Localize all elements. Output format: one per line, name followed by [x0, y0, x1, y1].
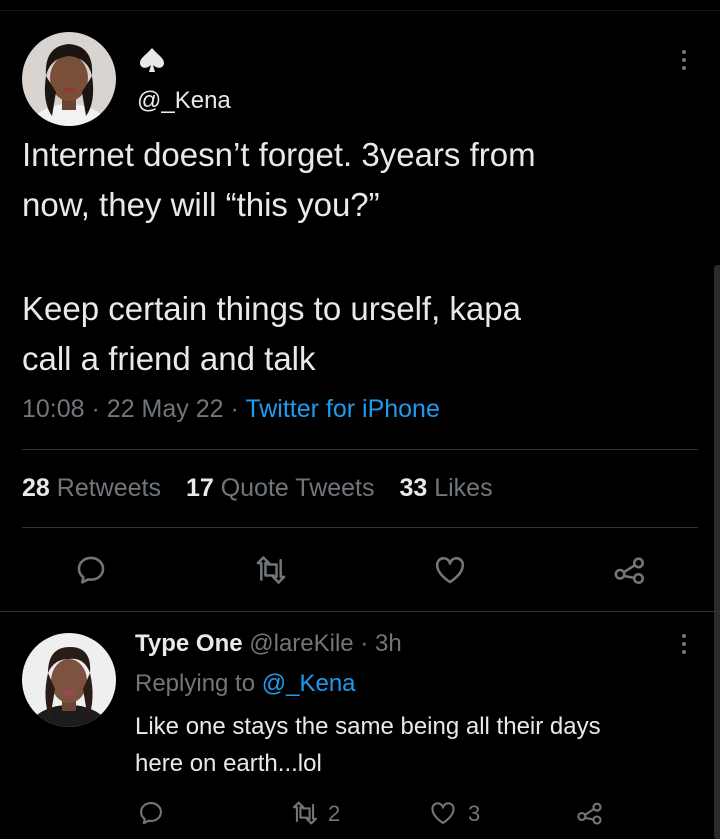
- reply-header: Type One @lareKile · 3h: [135, 630, 402, 658]
- like-icon[interactable]: [428, 799, 458, 827]
- tweet-date[interactable]: 22 May 22: [107, 395, 224, 423]
- replying-label: Replying to: [135, 670, 256, 697]
- meta-separator: ·: [91, 395, 100, 423]
- author-handle[interactable]: @_Kena: [137, 87, 231, 115]
- tweet-text-line-1: Internet doesn’t forget. 3years from: [22, 136, 536, 173]
- likes-count: 33: [399, 474, 428, 502]
- replying-to: Replying to @_Kena: [135, 670, 356, 698]
- reply-text-line-1: Like one stays the same being all their …: [135, 713, 601, 740]
- quotes-stat[interactable]: 17 Quote Tweets: [186, 474, 375, 502]
- divider: [0, 611, 720, 612]
- divider: [22, 449, 698, 450]
- scrollbar[interactable]: [714, 265, 720, 839]
- quotes-label: Quote Tweets: [220, 474, 375, 502]
- like-icon[interactable]: [432, 553, 468, 587]
- retweet-icon[interactable]: [290, 799, 320, 827]
- likes-label: Likes: [434, 474, 493, 502]
- replying-mention[interactable]: @_Kena: [262, 670, 356, 697]
- retweet-icon[interactable]: [253, 553, 289, 587]
- reply-author-name[interactable]: Type One: [135, 630, 243, 657]
- reply-icon[interactable]: [137, 799, 165, 827]
- divider: [22, 527, 698, 528]
- reply-text: Like one stays the same being all their …: [135, 708, 601, 782]
- reply-author-handle[interactable]: @lareKile: [249, 630, 353, 657]
- tweet-text-line-4: call a friend and talk: [22, 340, 316, 377]
- tweet-text-line-3: Keep certain things to urself, kapa: [22, 290, 521, 327]
- retweets-stat[interactable]: 28 Retweets: [22, 474, 161, 502]
- reply-separator: ·: [360, 630, 369, 657]
- likes-stat[interactable]: 33 Likes: [399, 474, 492, 502]
- spade-icon: [140, 47, 164, 78]
- author-avatar[interactable]: [22, 32, 116, 126]
- tweet-time: 10:08: [22, 395, 85, 423]
- retweets-label: Retweets: [56, 474, 161, 502]
- reply-retweet-count: 2: [328, 801, 341, 826]
- quotes-count: 17: [185, 474, 214, 502]
- reply-age[interactable]: 3h: [375, 630, 402, 657]
- tweet-meta: 10:08 · 22 May 22 · Twitter for iPhone: [22, 395, 440, 424]
- more-icon[interactable]: [680, 634, 688, 654]
- tweet-stats: 28 Retweets 17 Quote Tweets 33 Likes: [22, 474, 493, 503]
- share-icon[interactable]: [575, 799, 605, 827]
- reply-like-count: 3: [468, 801, 481, 826]
- more-icon[interactable]: [680, 50, 688, 70]
- retweets-count: 28: [22, 474, 50, 502]
- reply-avatar[interactable]: [22, 633, 116, 727]
- share-icon[interactable]: [612, 553, 648, 587]
- reply-text-line-2: here on earth...lol: [135, 750, 322, 777]
- tweet-source[interactable]: Twitter for iPhone: [245, 395, 440, 423]
- top-rule: [0, 0, 720, 11]
- meta-separator: ·: [230, 395, 239, 423]
- reply-icon[interactable]: [74, 553, 108, 587]
- tweet-text-line-2: now, they will “this you?”: [22, 186, 380, 223]
